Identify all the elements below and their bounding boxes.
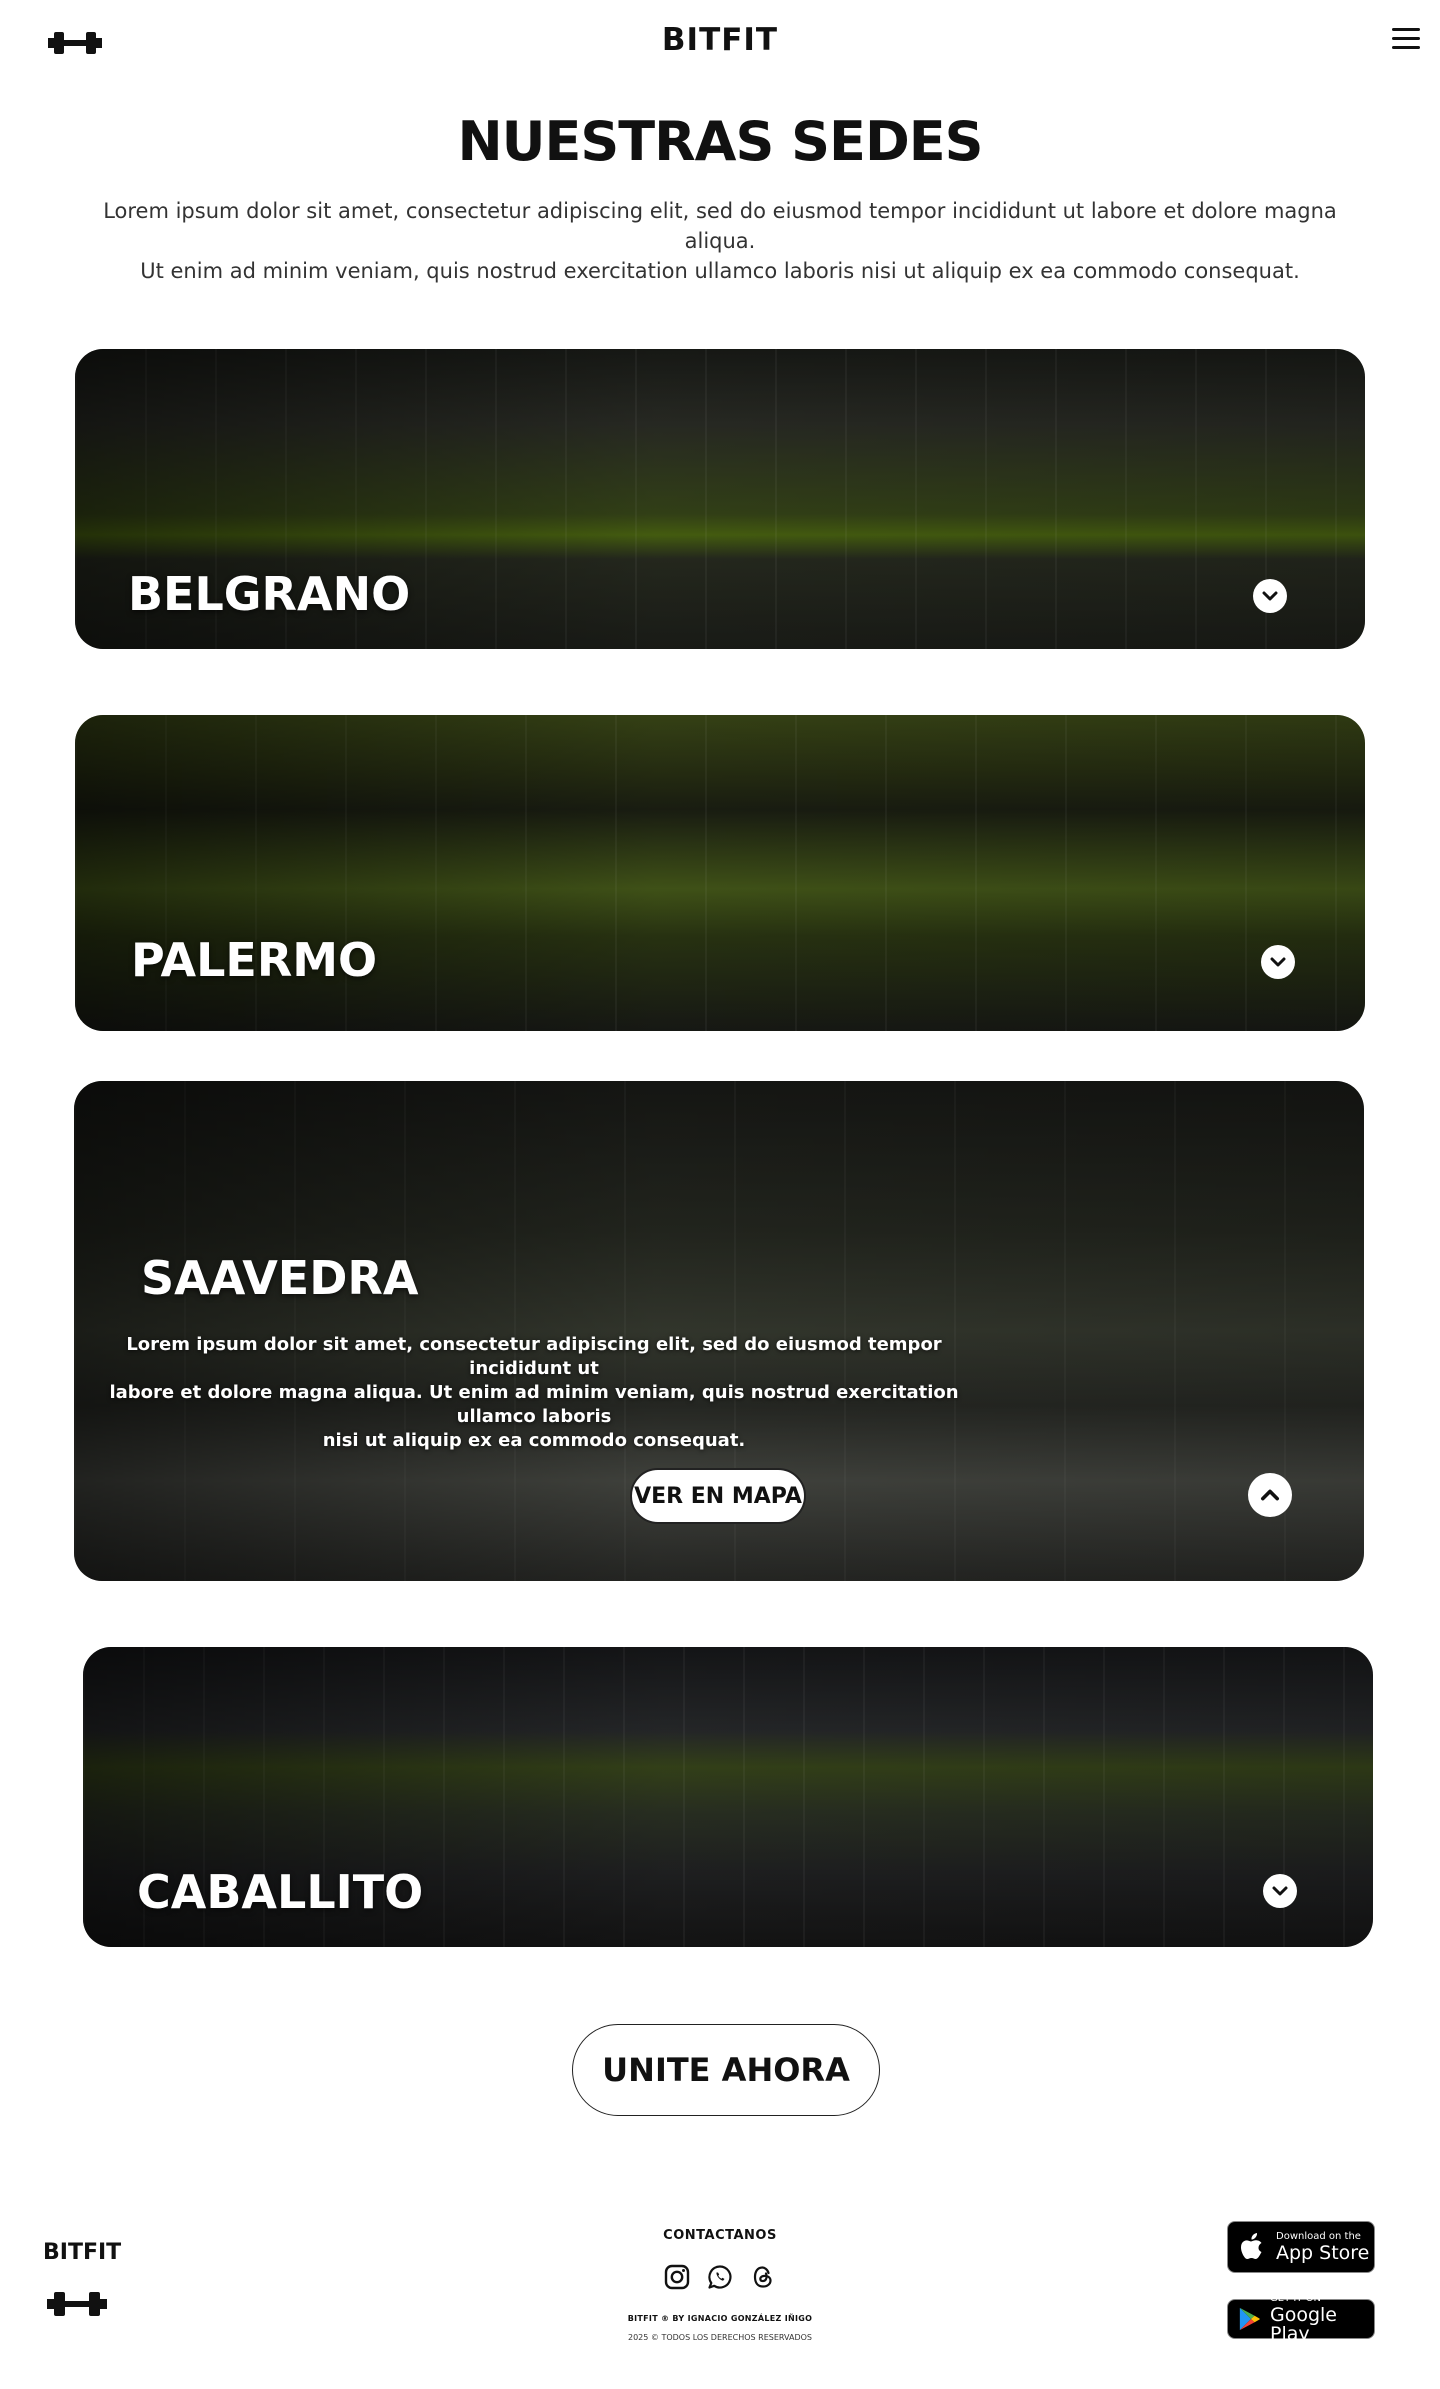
location-card-belgrano[interactable]: BELGRANO xyxy=(75,349,1365,649)
location-description: Lorem ipsum dolor sit amet, consectetur … xyxy=(104,1333,964,1453)
contact-title: CONTACTANOS xyxy=(663,2228,777,2243)
store-big-text: App Store xyxy=(1276,2241,1370,2264)
threads-icon[interactable] xyxy=(750,2264,776,2290)
social-links xyxy=(664,2264,776,2294)
footer-brand[interactable]: BITFIT xyxy=(43,2240,121,2265)
location-name: PALERMO xyxy=(131,933,378,987)
whatsapp-icon[interactable] xyxy=(707,2264,733,2290)
credit-text: BITFIT ® BY IGNACIO GONZÁLEZ IÑIGO xyxy=(627,2314,813,2323)
chevron-up-icon[interactable] xyxy=(1248,1473,1292,1517)
google-play-badge[interactable]: GET IT ON Google Play xyxy=(1227,2294,1375,2344)
location-card-palermo[interactable]: PALERMO xyxy=(75,715,1365,1031)
location-card-saavedra[interactable]: SAAVEDRA Lorem ipsum dolor sit amet, con… xyxy=(74,1081,1364,1581)
location-name: CABALLITO xyxy=(137,1865,424,1919)
page-title: NUESTRAS SEDES xyxy=(457,110,983,173)
apple-icon xyxy=(1241,2233,1262,2259)
chevron-down-icon[interactable] xyxy=(1263,1874,1297,1908)
description-line: nisi ut aliquip ex ea commodo consequat. xyxy=(322,1430,746,1451)
join-now-button[interactable]: UNITE AHORA xyxy=(572,2024,880,2116)
copyright-text: 2025 © TODOS LOS DERECHOS RESERVADOS xyxy=(628,2333,812,2342)
google-play-icon xyxy=(1239,2307,1260,2331)
intro-text: Lorem ipsum dolor sit amet, consectetur … xyxy=(70,196,1370,286)
site-header: BITFIT xyxy=(0,0,1440,84)
view-map-button[interactable]: VER EN MAPA xyxy=(630,1468,806,1524)
chevron-down-icon[interactable] xyxy=(1253,579,1287,613)
instagram-icon[interactable] xyxy=(664,2264,690,2290)
description-line: labore et dolore magna aliqua. Ut enim a… xyxy=(109,1382,959,1427)
brand-title[interactable]: BITFIT xyxy=(0,22,1440,58)
description-line: Lorem ipsum dolor sit amet, consectetur … xyxy=(126,1334,942,1379)
hamburger-menu-icon[interactable] xyxy=(1392,28,1420,52)
app-store-badge[interactable]: Download on the App Store xyxy=(1227,2221,1375,2273)
location-name: SAAVEDRA xyxy=(141,1251,419,1305)
location-card-caballito[interactable]: CABALLITO xyxy=(83,1647,1373,1947)
chevron-down-icon[interactable] xyxy=(1261,945,1295,979)
intro-line: Lorem ipsum dolor sit amet, consectetur … xyxy=(103,199,1337,253)
intro-line: Ut enim ad minim veniam, quis nostrud ex… xyxy=(140,259,1300,283)
location-name: BELGRANO xyxy=(128,567,411,621)
store-small-text: Download on the xyxy=(1276,2230,1361,2242)
store-small-text: GET IT ON xyxy=(1270,2293,1321,2304)
store-big-text: Google Play xyxy=(1270,2304,1338,2345)
